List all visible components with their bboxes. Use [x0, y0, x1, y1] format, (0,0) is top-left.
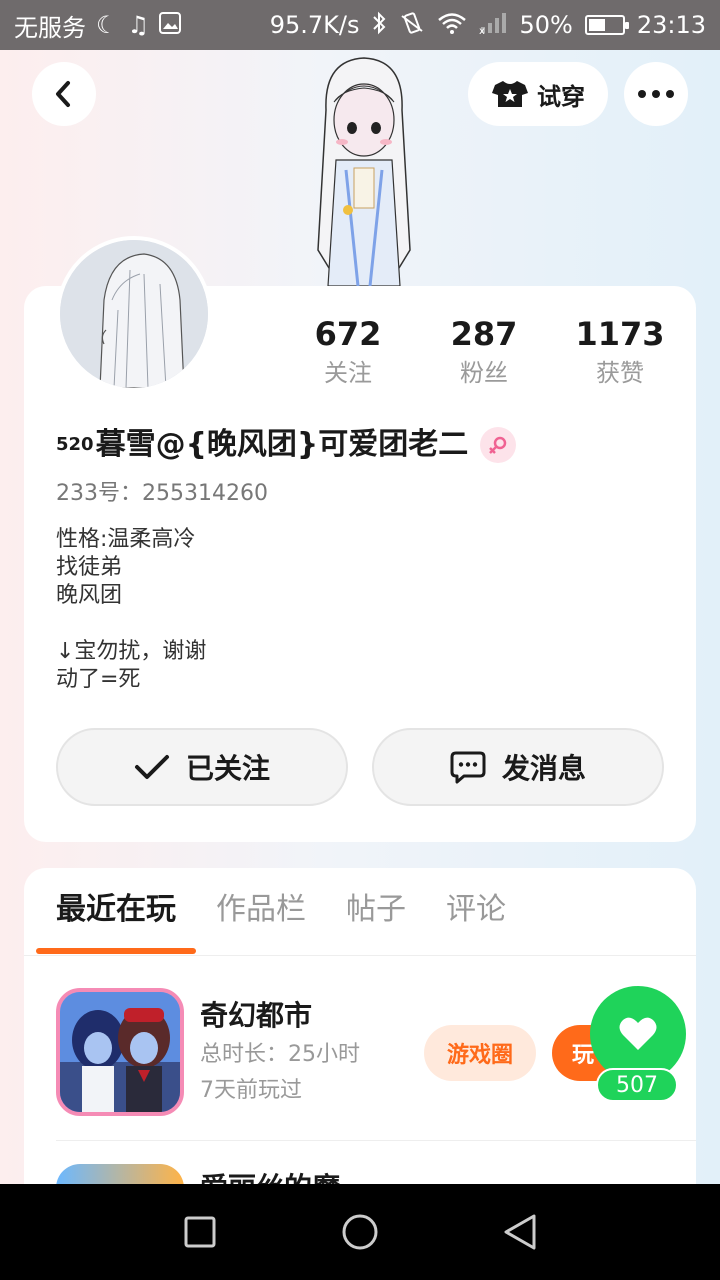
avatar[interactable] [56, 236, 212, 392]
followers-count: 287 [450, 315, 518, 353]
tab-recently-played[interactable]: 最近在玩 [56, 888, 176, 932]
navigation-bar [0, 1184, 720, 1280]
character-model-image [317, 57, 411, 286]
chat-bubble-icon [450, 751, 486, 784]
bio-line: 晚风团 [56, 583, 123, 608]
user-id: 233号：255314260 [56, 481, 268, 506]
status-bar: 无服务 ☾ ♫ 95.7K/s x 50% 23:13 [0, 0, 720, 50]
game-name[interactable]: 奇幻都市 [200, 996, 312, 1036]
system-back-button[interactable] [488, 1200, 552, 1264]
svg-text:x: x [479, 26, 485, 35]
recent-apps-button[interactable] [168, 1200, 232, 1264]
moon-icon: ☾ [96, 11, 118, 39]
network-speed: 95.7K/s [269, 11, 360, 39]
game-last-played: 7天前玩过 [200, 1078, 302, 1103]
bluetooth-icon [371, 11, 387, 39]
avatar-image [60, 240, 208, 388]
wifi-icon [437, 11, 467, 39]
bio-line: 性格:温柔高冷 [56, 527, 196, 552]
nickname-prefix: 520 [56, 434, 94, 455]
stat-followers[interactable]: 287 粉丝 [424, 314, 544, 388]
tab-posts[interactable]: 帖子 [346, 888, 406, 932]
vibrate-icon [399, 11, 425, 39]
followers-label: 粉丝 [460, 359, 508, 387]
nickname-text: 暮雪@{晚风团}可爱团老二 [95, 427, 469, 462]
image-icon [159, 12, 182, 38]
battery-icon [584, 15, 629, 35]
likes-label: 获赞 [596, 359, 644, 387]
like-count: 507 [596, 1068, 678, 1102]
game-duration: 总时长：25小时 [200, 1042, 360, 1067]
send-message-label: 发消息 [501, 752, 586, 785]
followed-label: 已关注 [185, 752, 270, 785]
bio-line: ↓宝勿扰，谢谢 [56, 639, 207, 664]
tabs-divider [24, 955, 696, 956]
bio-line: 动了=死 [56, 667, 141, 692]
checkmark-icon [134, 755, 169, 779]
likes-count: 1173 [575, 315, 665, 353]
tab-comments[interactable]: 评论 [446, 888, 506, 932]
carrier-text: 无服务 [14, 13, 86, 42]
nickname: 520 暮雪@{晚风团}可爱团老二 [56, 424, 517, 466]
bio-line: 找徒弟 [56, 555, 123, 580]
back-button[interactable] [32, 62, 96, 126]
game-icon[interactable] [56, 988, 184, 1116]
try-on-label: 试穿 [537, 82, 585, 111]
heart-icon [619, 1017, 657, 1050]
more-options-button[interactable] [624, 62, 688, 126]
bio: 性格:温柔高冷 找徒弟 晚风团 ↓宝勿扰，谢谢 动了=死 [56, 526, 616, 694]
stat-following[interactable]: 672 关注 [288, 314, 408, 388]
back-arrow-icon [56, 81, 70, 107]
row-divider [56, 1140, 696, 1141]
following-count: 672 [314, 315, 382, 353]
game-name[interactable]: 爱丽丝的魔 [200, 1168, 340, 1184]
followed-button[interactable]: 已关注 [56, 728, 348, 806]
home-button[interactable] [328, 1200, 392, 1264]
tshirt-icon [492, 81, 528, 107]
following-label: 关注 [324, 359, 372, 387]
send-message-button[interactable]: 发消息 [372, 728, 664, 806]
tab-works[interactable]: 作品栏 [216, 888, 306, 932]
stat-likes: 1173 获赞 [560, 314, 680, 388]
bio-line [56, 610, 616, 638]
game-circle-button[interactable]: 游戏圈 [424, 1025, 536, 1081]
battery-percent: 50% [519, 11, 573, 39]
try-on-button[interactable]: 试穿 [468, 62, 608, 126]
music-icon: ♫ [127, 11, 150, 39]
clock: 23:13 [636, 11, 706, 39]
square-icon [184, 1216, 216, 1248]
more-dots-icon [638, 90, 674, 98]
female-icon [480, 427, 517, 463]
signal-icon: x [479, 11, 507, 39]
active-tab-indicator [36, 948, 196, 954]
circle-icon [342, 1214, 378, 1250]
game-cover-image [60, 992, 180, 1112]
triangle-back-icon [504, 1214, 536, 1250]
